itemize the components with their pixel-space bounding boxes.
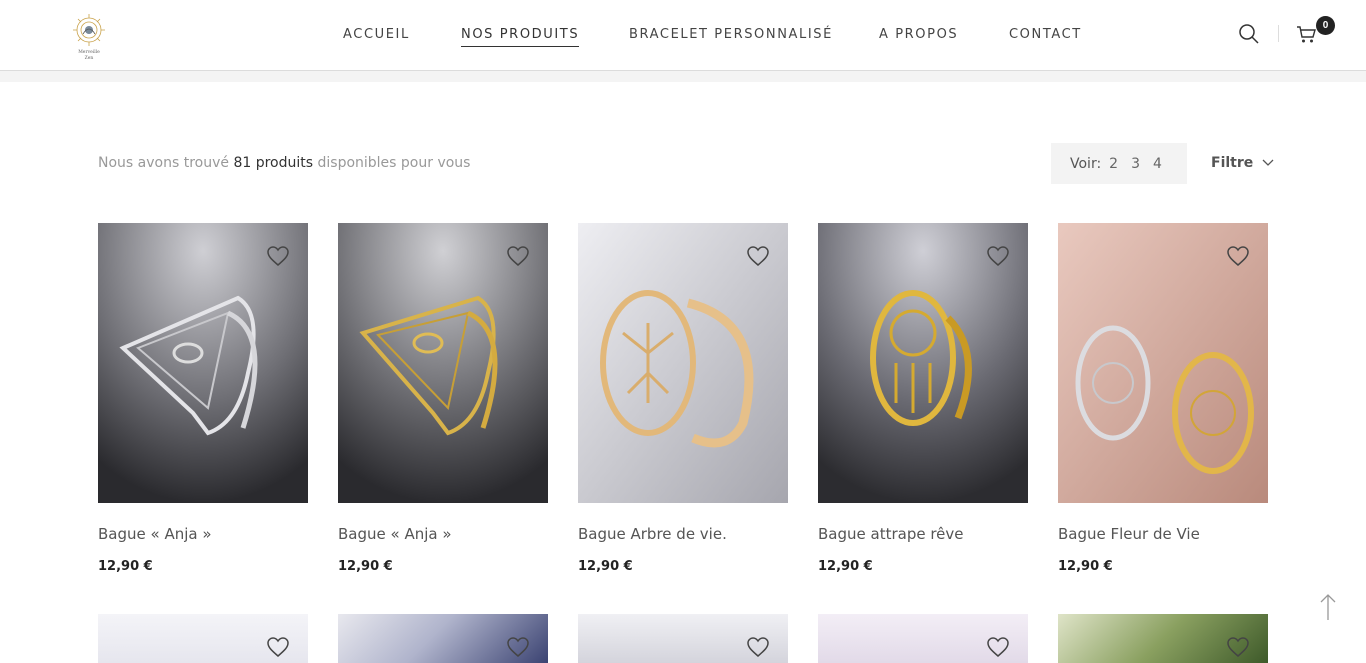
search-icon[interactable] bbox=[1238, 23, 1260, 45]
brand-logo-icon[interactable]: Merveille Zen bbox=[67, 10, 111, 62]
nav-a-propos[interactable]: A PROPOS bbox=[879, 27, 958, 42]
heart-icon[interactable] bbox=[746, 245, 770, 267]
heart-icon[interactable] bbox=[746, 636, 770, 658]
product-name[interactable]: Bague Fleur de Vie bbox=[1058, 525, 1200, 543]
voir-option-3[interactable]: 3 bbox=[1131, 156, 1140, 172]
heart-icon[interactable] bbox=[506, 245, 530, 267]
results-count-text: Nous avons trouvé 81 produits disponible… bbox=[98, 155, 470, 171]
product-price: 12,90 € bbox=[818, 559, 873, 574]
cart-icon[interactable] bbox=[1296, 24, 1318, 46]
nav-nos-produits[interactable]: NOS PRODUITS bbox=[461, 27, 580, 47]
voir-option-2[interactable]: 2 bbox=[1109, 156, 1118, 172]
results-prefix: Nous avons trouvé bbox=[98, 155, 229, 171]
voir-label: Voir: bbox=[1070, 155, 1102, 172]
product-price: 12,90 € bbox=[1058, 559, 1113, 574]
header-divider bbox=[1278, 25, 1279, 42]
heart-icon[interactable] bbox=[266, 636, 290, 658]
chevron-down-icon bbox=[1262, 159, 1274, 166]
heart-icon[interactable] bbox=[1226, 245, 1250, 267]
nav-bracelet-personnalise[interactable]: BRACELET PERSONNALISÉ bbox=[629, 27, 833, 42]
results-count: 81 produits bbox=[233, 155, 314, 171]
product-name[interactable]: Bague attrape rêve bbox=[818, 525, 964, 543]
cart-count-badge: 0 bbox=[1316, 16, 1335, 35]
product-price: 12,90 € bbox=[338, 559, 393, 574]
filter-label: Filtre bbox=[1211, 155, 1254, 171]
heart-icon[interactable] bbox=[266, 245, 290, 267]
scroll-to-top-arrow-icon[interactable] bbox=[1318, 592, 1338, 622]
product-name[interactable]: Bague Arbre de vie. bbox=[578, 525, 727, 543]
heart-icon[interactable] bbox=[986, 245, 1010, 267]
heart-icon[interactable] bbox=[506, 636, 530, 658]
svg-text:Merveille: Merveille bbox=[78, 49, 100, 55]
voir-option-4[interactable]: 4 bbox=[1153, 156, 1162, 172]
results-suffix: disponibles pour vous bbox=[317, 155, 471, 171]
product-name[interactable]: Bague « Anja » bbox=[98, 525, 212, 543]
heart-icon[interactable] bbox=[1226, 636, 1250, 658]
product-price: 12,90 € bbox=[578, 559, 633, 574]
nav-accueil[interactable]: ACCUEIL bbox=[343, 27, 410, 42]
heart-icon[interactable] bbox=[986, 636, 1010, 658]
site-header: Merveille Zen ACCUEIL NOS PRODUITS BRACE… bbox=[0, 0, 1366, 71]
header-band bbox=[0, 71, 1366, 82]
product-name[interactable]: Bague « Anja » bbox=[338, 525, 452, 543]
filter-button[interactable]: Filtre bbox=[1211, 155, 1274, 171]
product-price: 12,90 € bbox=[98, 559, 153, 574]
svg-text:Zen: Zen bbox=[85, 55, 94, 61]
nav-contact[interactable]: CONTACT bbox=[1009, 27, 1082, 42]
grid-columns-selector: Voir: 2 3 4 bbox=[1051, 143, 1187, 184]
